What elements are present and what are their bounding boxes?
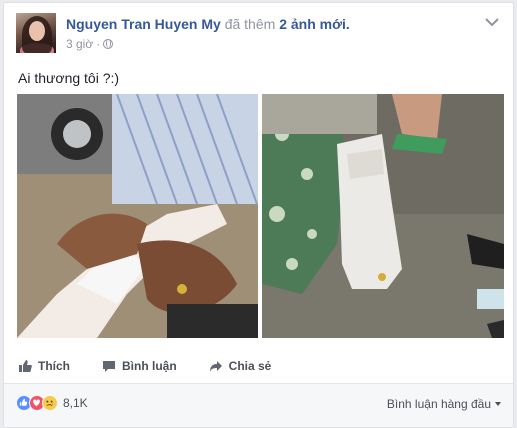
post-actions: Thích Bình luận Chia sẻ (14, 353, 504, 379)
post-text: Ai thương tôi ?:) (18, 70, 120, 86)
photo-2[interactable] (262, 94, 504, 338)
chevron-down-icon[interactable] (483, 15, 501, 29)
globe-icon[interactable] (103, 39, 114, 49)
share-label: Chia sẻ (228, 359, 272, 373)
share-button[interactable]: Chia sẻ (205, 353, 276, 379)
like-button[interactable]: Thích (14, 353, 74, 379)
comment-label: Bình luận (122, 359, 177, 373)
post-action-text: đã thêm (224, 16, 276, 32)
avatar[interactable] (16, 13, 56, 53)
like-label: Thích (38, 359, 70, 373)
post-footer: 8,1K Bình luận hàng đầu (4, 383, 513, 427)
share-icon (209, 361, 222, 372)
post-card: Nguyen Tran Huyen My đã thêm 2 ảnh mới. … (3, 2, 514, 428)
author-name[interactable]: Nguyen Tran Huyen My (66, 16, 221, 32)
comment-sort-label: Bình luận hàng đầu (386, 397, 491, 411)
post-meta: 3 giờ · (66, 37, 471, 51)
sad-icon (42, 395, 58, 411)
post-header-text: Nguyen Tran Huyen My đã thêm 2 ảnh mới. … (66, 15, 471, 51)
meta-separator: · (96, 37, 101, 51)
comment-sort-dropdown[interactable]: Bình luận hàng đầu (387, 397, 501, 411)
comment-icon (103, 361, 115, 372)
photo-grid (17, 94, 504, 338)
post-action-link[interactable]: 2 ảnh mới. (279, 16, 350, 32)
caret-down-icon (495, 402, 501, 406)
reaction-count[interactable]: 8,1K (63, 396, 88, 410)
comment-button[interactable]: Bình luận (98, 353, 181, 379)
photo-1[interactable] (17, 94, 258, 338)
post-header: Nguyen Tran Huyen My đã thêm 2 ảnh mới. … (16, 13, 501, 57)
thumbs-up-icon (19, 360, 32, 372)
reaction-summary[interactable]: 8,1K (16, 395, 88, 411)
post-timestamp[interactable]: 3 giờ (66, 37, 93, 51)
